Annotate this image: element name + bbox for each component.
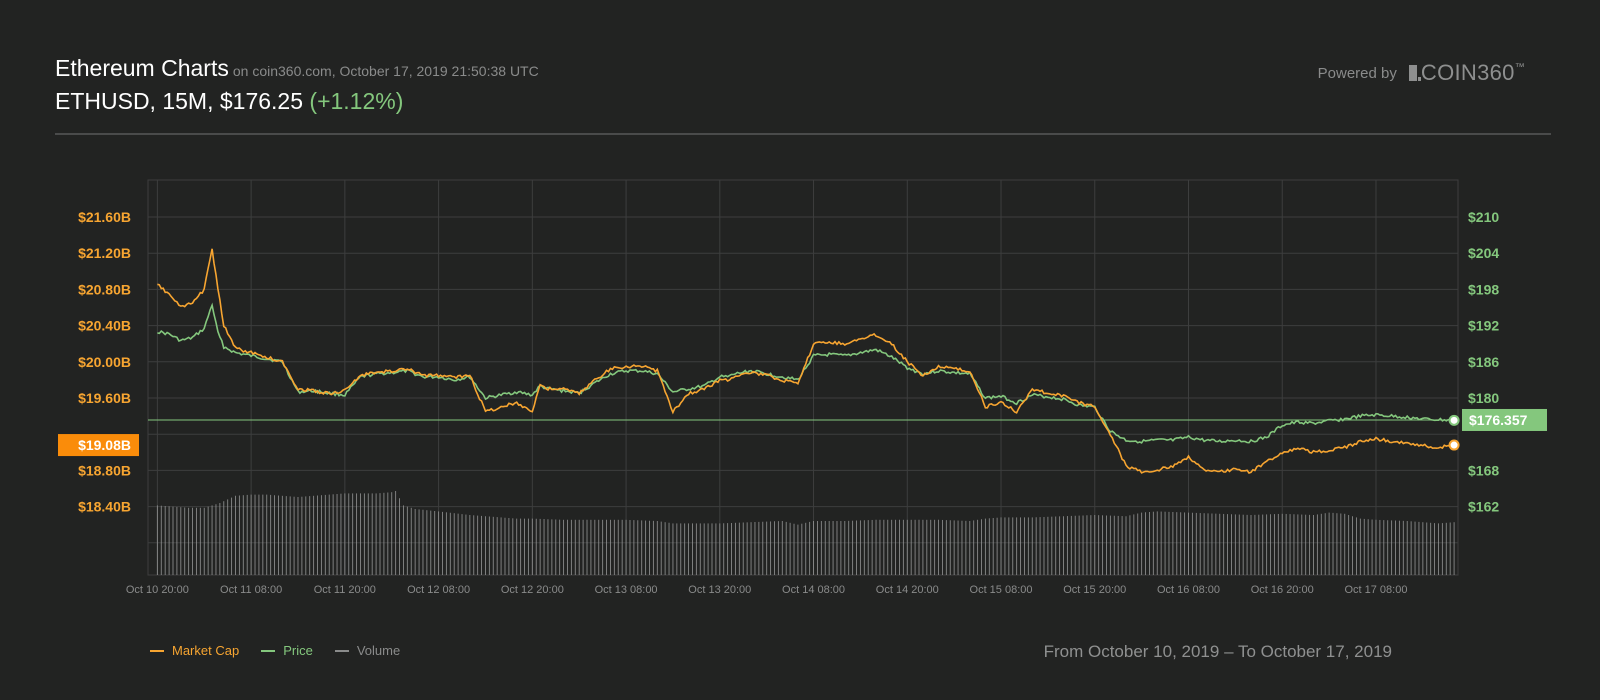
left-axis-tick-label: $21.60B xyxy=(78,209,131,225)
right-axis-tick-label: $168 xyxy=(1468,462,1499,478)
x-axis-tick-label: Oct 15 20:00 xyxy=(1063,584,1126,596)
left-axis-tick-label: $20.40B xyxy=(78,318,131,334)
current-price-value: $176.357 xyxy=(1469,412,1528,428)
left-axis-tick-label: $18.80B xyxy=(78,462,131,478)
market-cap-line xyxy=(157,248,1455,474)
current-market-cap-value: $19.08B xyxy=(78,437,131,453)
chart-canvas[interactable]: $21.60B $21.20B $20.80B $20.40B $20.00B $19.6… xyxy=(0,0,1600,700)
right-axis-tick-label: $162 xyxy=(1468,499,1499,515)
right-axis-tick-label: $180 xyxy=(1468,390,1499,406)
legend-label-price: Price xyxy=(283,643,313,658)
right-axis-tick-label: $192 xyxy=(1468,318,1499,334)
x-axis-tick-label: Oct 13 08:00 xyxy=(595,584,658,596)
x-axis-tick-label: Oct 12 20:00 xyxy=(501,584,564,596)
volume-swatch xyxy=(334,649,349,652)
price-swatch xyxy=(261,649,276,652)
legend-label-volume: Volume xyxy=(356,643,401,658)
left-axis-tick-label: $20.00B xyxy=(78,354,131,370)
x-axis-tick-label: Oct 11 20:00 xyxy=(314,584,376,596)
x-axis-tick-label: Oct 15 08:00 xyxy=(970,584,1033,596)
market-cap-swatch xyxy=(150,649,164,652)
x-axis-tick-label: Oct 14 08:00 xyxy=(782,584,845,596)
legend: Market Cap Price Volume xyxy=(150,643,400,658)
x-axis-tick-label: Oct 10 20:00 xyxy=(126,584,189,596)
x-axis-tick-label: Oct 16 08:00 xyxy=(1157,584,1220,596)
legend-item-volume[interactable]: Volume xyxy=(334,643,401,658)
legend-item-market-cap[interactable]: Market Cap xyxy=(150,643,239,658)
x-axis-tick-label: Oct 11 08:00 xyxy=(220,584,282,596)
x-axis-tick-label: Oct 13 20:00 xyxy=(688,584,751,596)
left-axis-tick-label: $18.40B xyxy=(78,499,131,515)
price-end-marker xyxy=(1448,414,1460,426)
x-axis-tick-label: Oct 14 20:00 xyxy=(876,584,939,596)
right-axis-tick-label: $186 xyxy=(1468,354,1499,370)
left-axis-tick-label: $19.60B xyxy=(78,390,131,406)
right-axis-tick-label: $204 xyxy=(1468,245,1499,261)
left-axis-tick-label: $20.80B xyxy=(78,281,131,297)
left-axis-tick-label: $21.20B xyxy=(78,245,131,261)
x-axis-tick-label: Oct 12 08:00 xyxy=(407,584,470,596)
x-axis-tick-label: Oct 17 08:00 xyxy=(1344,584,1407,596)
legend-label-market-cap: Market Cap xyxy=(172,643,240,658)
x-axis-tick-label: Oct 16 20:00 xyxy=(1251,584,1314,596)
market-cap-end-marker xyxy=(1448,439,1460,451)
right-axis-tick-label: $210 xyxy=(1468,209,1499,225)
legend-item-price[interactable]: Price xyxy=(261,643,313,658)
date-range: From October 10, 2019 – To October 17, 2… xyxy=(1043,642,1392,661)
right-axis-tick-label: $198 xyxy=(1468,281,1499,297)
